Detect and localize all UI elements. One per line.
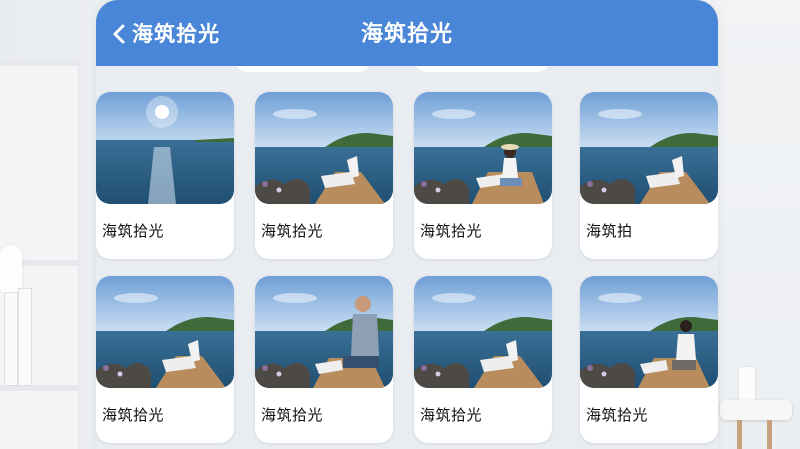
grid-card[interactable]: 海筑拾光: [255, 92, 393, 259]
grid-card[interactable]: 海筑拾光: [96, 276, 234, 443]
photo-image: [255, 92, 393, 204]
card-thumbnail: [255, 92, 393, 204]
card-thumbnail: [414, 276, 552, 388]
grid-card[interactable]: 海筑拾光: [96, 92, 234, 259]
grid-card[interactable]: 海筑拾光: [255, 276, 393, 443]
card-label: 海筑拾光: [102, 222, 165, 240]
card-label: 海筑拾光: [261, 406, 324, 424]
photo-image: [580, 92, 718, 204]
photo-image: [414, 276, 552, 388]
photo-image: [580, 276, 718, 388]
card-thumbnail: [580, 92, 718, 204]
card-thumbnail: [96, 92, 234, 204]
card-label: 海筑拾光: [586, 406, 649, 424]
photo-image: [255, 276, 393, 388]
card-thumbnail: [96, 276, 234, 388]
card-label: 海筑拾光: [102, 406, 165, 424]
card-label: 海筑拍: [586, 222, 633, 240]
card-thumbnail: [414, 92, 552, 204]
grid-card[interactable]: 海筑拾光: [414, 276, 552, 443]
card-thumbnail: [255, 276, 393, 388]
card-thumbnail: [580, 276, 718, 388]
grid-card[interactable]: 海筑拾光: [580, 276, 718, 443]
card-label: 海筑拾光: [420, 222, 483, 240]
background-stool: [720, 400, 792, 420]
background-bottle: [738, 366, 756, 402]
app-window: 海筑拾光 海筑拾光 海筑拾光 海筑拾光 海筑拾光 海筑拍 海筑拾光 海筑拾光 海…: [96, 0, 718, 449]
grid-card[interactable]: 海筑拾光: [414, 92, 552, 259]
card-label: 海筑拾光: [261, 222, 324, 240]
background-bookshelf: [0, 60, 79, 449]
grid-card[interactable]: 海筑拍: [580, 92, 718, 259]
photo-image: [96, 92, 234, 204]
photo-image: [96, 276, 234, 388]
header-bar: 海筑拾光 海筑拾光: [96, 0, 718, 66]
photo-image: [414, 92, 552, 204]
page-title: 海筑拾光: [360, 22, 453, 47]
card-label: 海筑拾光: [420, 406, 483, 424]
